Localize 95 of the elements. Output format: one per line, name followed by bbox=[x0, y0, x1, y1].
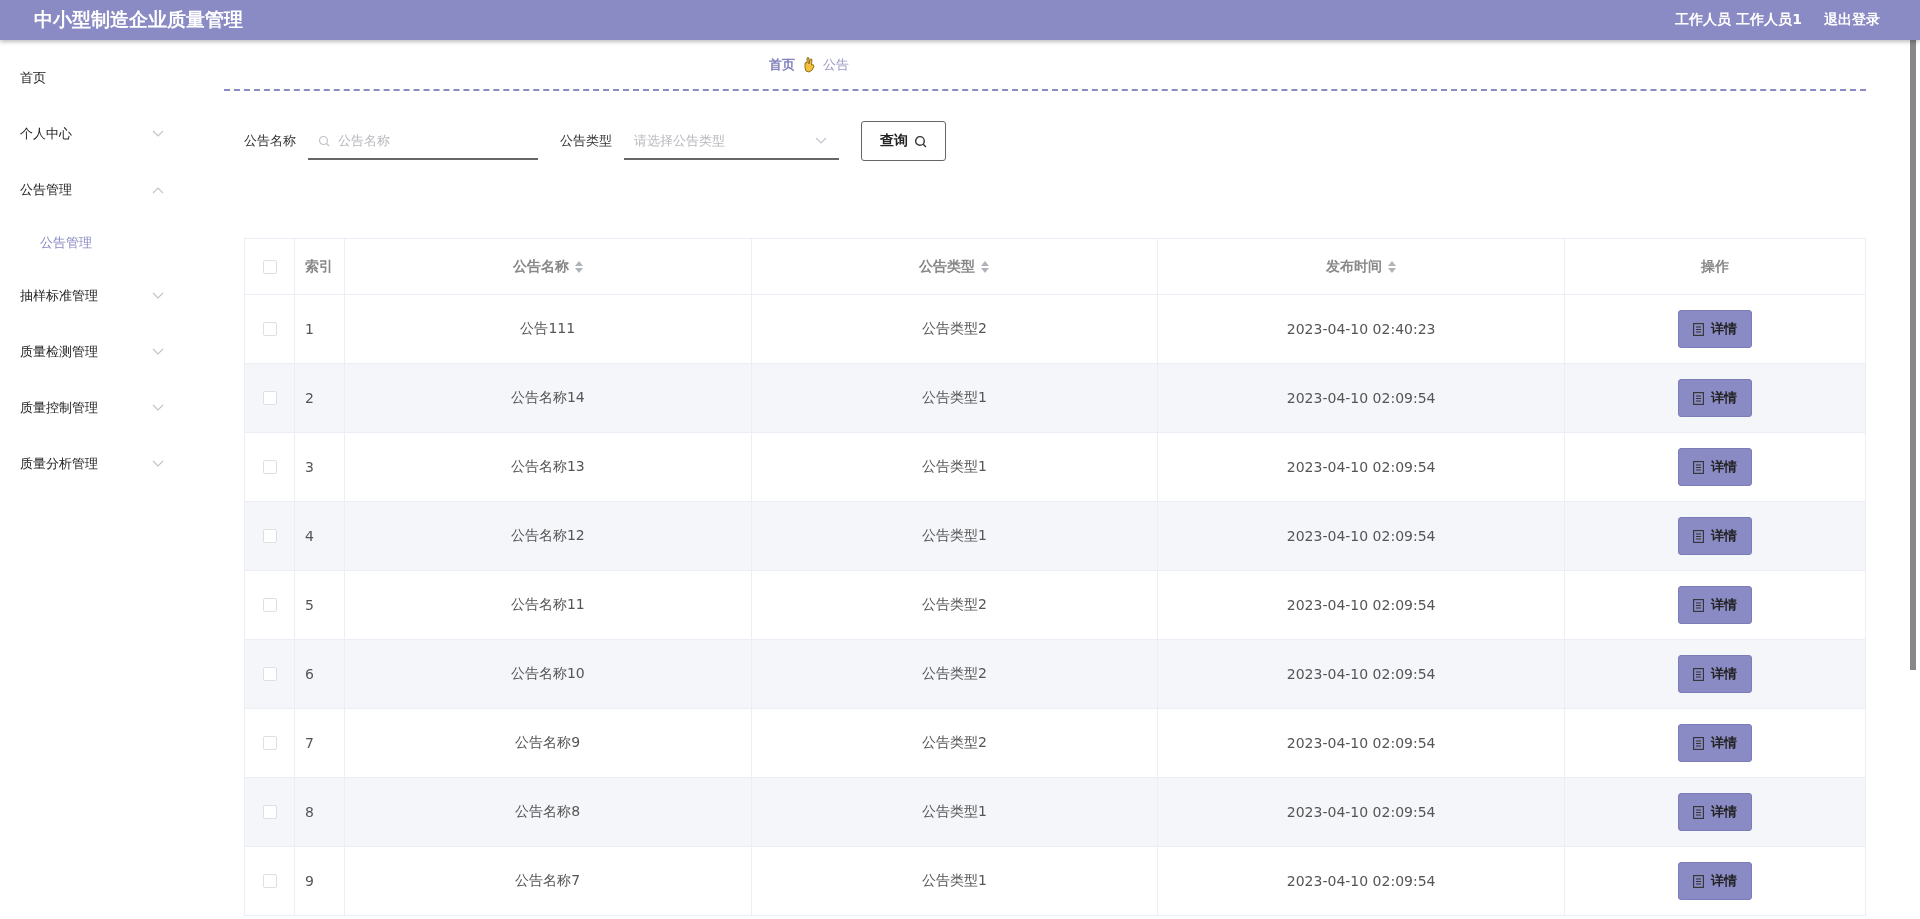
table-cell: 公告类型2 bbox=[922, 734, 987, 752]
checkbox[interactable] bbox=[262, 598, 277, 612]
app-title: 中小型制造企业质量管理 bbox=[34, 7, 243, 32]
table-cell: 2023-04-10 02:09:54 bbox=[1286, 390, 1436, 406]
table-cell: 2023-04-10 02:09:54 bbox=[1286, 666, 1436, 682]
detail-button[interactable]: 详情 bbox=[1678, 586, 1752, 624]
detail-button[interactable]: 详情 bbox=[1678, 793, 1752, 831]
checkbox[interactable] bbox=[262, 736, 277, 750]
detail-button[interactable]: 详情 bbox=[1678, 517, 1752, 555]
chevron-icon bbox=[815, 137, 827, 145]
table-cell: 公告类型1 bbox=[922, 803, 987, 821]
breadcrumb-item: 公告 bbox=[823, 55, 849, 74]
hand-icon bbox=[803, 56, 815, 73]
table-cell: 公告类型2 bbox=[922, 665, 987, 683]
document-icon bbox=[1693, 322, 1704, 336]
checkbox[interactable] bbox=[262, 391, 277, 405]
table-cell: 公告名称13 bbox=[510, 458, 585, 476]
detail-button[interactable]: 详情 bbox=[1678, 448, 1752, 486]
detail-button[interactable]: 详情 bbox=[1678, 310, 1752, 348]
field-label: 公告名称 bbox=[244, 132, 296, 150]
table-cell: 2023-04-10 02:40:23 bbox=[1286, 321, 1436, 337]
checkbox[interactable] bbox=[262, 529, 277, 543]
table-cell: 2023-04-10 02:09:54 bbox=[1286, 735, 1436, 751]
sidebar-item[interactable]: 首页 bbox=[0, 50, 180, 106]
table-cell: 公告名称11 bbox=[510, 596, 585, 614]
table-cell: 公告名称12 bbox=[510, 527, 585, 545]
table-cell: 公告名称14 bbox=[510, 389, 585, 407]
column-header: 发布时间 bbox=[1326, 257, 1383, 276]
table-cell: 2023-04-10 02:09:54 bbox=[1286, 597, 1436, 613]
table-cell: 2023-04-10 02:09:54 bbox=[1286, 873, 1436, 889]
sidebar-subitem[interactable]: 公告管理 bbox=[0, 218, 200, 268]
table-cell: 公告名称7 bbox=[515, 872, 581, 890]
document-icon bbox=[1693, 667, 1704, 681]
table-cell: 2023-04-10 02:09:54 bbox=[1286, 528, 1436, 544]
table-cell: 公告名称10 bbox=[510, 665, 585, 683]
table-cell: 公告类型1 bbox=[922, 872, 987, 890]
table-cell: 3 bbox=[305, 459, 314, 475]
user-name: 工作人员 工作人员1 bbox=[1675, 11, 1802, 29]
table-cell: 公告类型2 bbox=[922, 320, 987, 338]
table-cell: 公告111 bbox=[520, 320, 576, 338]
breadcrumb-item[interactable]: 首页 bbox=[769, 55, 795, 74]
table-cell: 1 bbox=[305, 321, 314, 337]
table-cell: 2 bbox=[305, 390, 314, 406]
scrollbar[interactable] bbox=[1910, 40, 1916, 670]
sort-icon[interactable] bbox=[981, 260, 990, 273]
checkbox[interactable] bbox=[262, 322, 277, 336]
detail-button[interactable]: 详情 bbox=[1678, 724, 1752, 762]
detail-button[interactable]: 详情 bbox=[1678, 379, 1752, 417]
table-cell: 2023-04-10 02:09:54 bbox=[1286, 459, 1436, 475]
document-icon bbox=[1693, 736, 1704, 750]
table-cell: 6 bbox=[305, 666, 314, 682]
sort-icon[interactable] bbox=[1388, 260, 1397, 273]
checkbox[interactable] bbox=[262, 805, 277, 819]
table-cell: 公告类型1 bbox=[922, 527, 987, 545]
table-cell: 公告名称8 bbox=[515, 803, 581, 821]
table-cell: 公告类型2 bbox=[922, 596, 987, 614]
checkbox[interactable] bbox=[262, 667, 277, 681]
table-cell: 7 bbox=[305, 735, 314, 751]
column-header: 操作 bbox=[1701, 257, 1729, 276]
document-icon bbox=[1693, 598, 1704, 612]
logout-link[interactable]: 退出登录 bbox=[1824, 11, 1880, 29]
document-icon bbox=[1693, 460, 1704, 474]
field-label: 公告类型 bbox=[560, 132, 612, 150]
sidebar-item[interactable]: 抽样标准管理 bbox=[0, 268, 180, 324]
detail-button[interactable]: 详情 bbox=[1678, 862, 1752, 900]
column-header: 公告类型 bbox=[919, 257, 976, 276]
table-cell: 公告类型1 bbox=[922, 458, 987, 476]
column-header: 索引 bbox=[305, 257, 333, 276]
type-select[interactable]: 请选择公告类型 bbox=[624, 122, 839, 160]
table-cell: 公告类型1 bbox=[922, 389, 987, 407]
sidebar-item[interactable]: 质量分析管理 bbox=[0, 436, 180, 492]
search-icon bbox=[318, 135, 330, 147]
sidebar-item[interactable]: 个人中心 bbox=[0, 106, 180, 162]
sort-icon[interactable] bbox=[574, 260, 583, 273]
search-field[interactable]: 公告名称 bbox=[308, 122, 538, 160]
document-icon bbox=[1693, 874, 1704, 888]
search-icon bbox=[914, 134, 927, 148]
checkbox[interactable] bbox=[262, 460, 277, 474]
table-cell: 4 bbox=[305, 528, 314, 544]
sidebar-item[interactable]: 质量控制管理 bbox=[0, 380, 180, 436]
table-cell: 9 bbox=[305, 873, 314, 889]
table-cell: 公告名称9 bbox=[515, 734, 581, 752]
table-cell: 2023-04-10 02:09:54 bbox=[1286, 804, 1436, 820]
detail-button[interactable]: 详情 bbox=[1678, 655, 1752, 693]
document-icon bbox=[1693, 391, 1704, 405]
sidebar-item[interactable]: 公告管理 bbox=[0, 162, 180, 218]
document-icon bbox=[1693, 805, 1704, 819]
document-icon bbox=[1693, 529, 1704, 543]
column-header: 公告名称 bbox=[512, 257, 569, 276]
query-button[interactable]: 查询 bbox=[861, 121, 946, 161]
checkbox[interactable] bbox=[262, 874, 277, 888]
table-cell: 8 bbox=[305, 804, 314, 820]
checkbox[interactable] bbox=[262, 259, 277, 274]
table-cell: 5 bbox=[305, 597, 314, 613]
sidebar-item[interactable]: 质量检测管理 bbox=[0, 324, 180, 380]
